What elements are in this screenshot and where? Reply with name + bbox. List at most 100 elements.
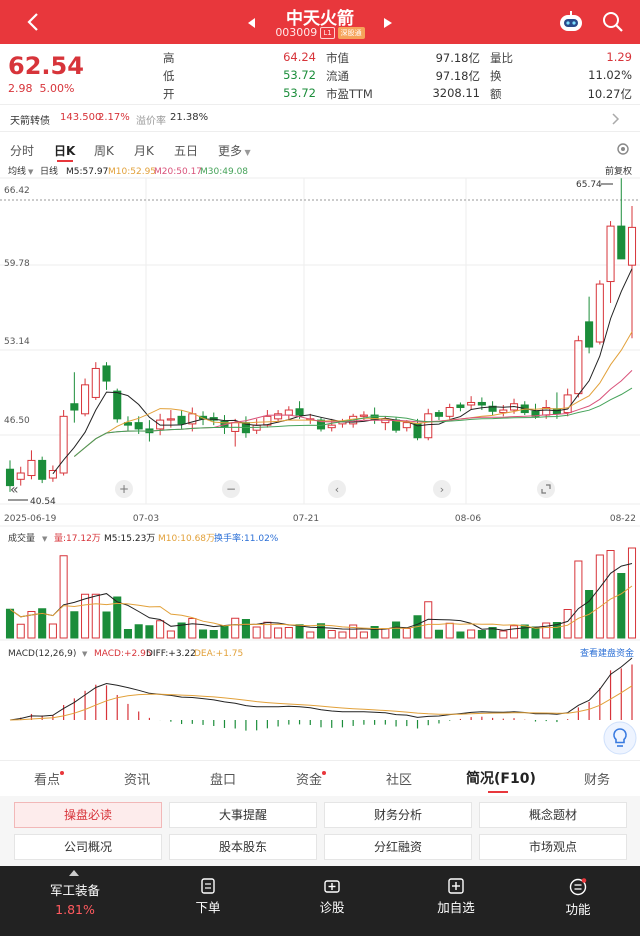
active-tab-underline [488,791,508,793]
open-value: 53.72 [283,86,316,100]
volume-bar [91,593,100,639]
macd-selector[interactable]: MACD(12,26,9) [8,649,76,659]
double-left-icon[interactable]: « [10,482,19,498]
tab-finance[interactable]: 财务 [584,769,610,788]
sector-button[interactable]: 军工装备 1.81% [20,866,130,936]
ma-selector[interactable]: 均线 [8,165,26,177]
tab-weekly-k[interactable]: 周K [94,142,114,159]
functions-button[interactable]: 功能 [540,866,616,936]
candle-body [48,469,57,479]
menu-financial-analysis[interactable]: 财务分析 [324,802,472,828]
search-icon[interactable] [602,11,624,33]
menu-icon [569,878,587,896]
robot-assistant-icon[interactable] [558,10,584,34]
adjust-mode[interactable]: 前复权 [605,165,632,177]
menu-dividends[interactable]: 分红融资 [324,834,472,860]
volume-bar [166,630,175,639]
bulb-icon[interactable] [603,721,637,755]
volume-bar [402,628,411,639]
caret-down-icon: ▼ [242,148,251,157]
candle-body [81,384,90,415]
price-gridlines [0,177,640,505]
tab-monthly-k[interactable]: 月K [134,142,154,159]
period-tabs: 分时 日K 周K 月K 五日 更多 ▼ [0,136,640,162]
kline-chart-area[interactable]: 均线 ▼ 日线 M5:57.97 M10:52.95 M20:50.17 M30… [0,160,640,760]
convertible-bond-row[interactable]: 天箭转债 143.500 2.17% 溢价率 21.38% [0,104,640,132]
chevron-right-icon [612,113,620,125]
premium-value: 21.38% [170,112,209,123]
volume-ma10: M10:10.68万 [158,534,215,544]
volume-bar [359,631,368,639]
tab-capital[interactable]: 资金 [296,769,322,788]
menu-trading-must-read[interactable]: 操盘必读 [14,802,162,828]
scroll-right-button[interactable]: › [433,480,451,498]
candle-body [274,413,283,420]
y-tick-3: 53.14 [4,337,30,347]
capital-flow-link[interactable]: 查看建盘资金 [580,647,634,659]
ma30-legend: M30:49.08 [200,167,248,177]
zoom-out-button[interactable]: − [222,480,240,498]
volume-bar [509,625,519,639]
add-watchlist-label: 加自选 [437,900,475,915]
candle-body [177,415,186,425]
volume-bar [231,617,240,639]
tab-intraday[interactable]: 分时 [10,142,34,159]
max-price-label: 65.74 [576,180,602,190]
caret-down-icon: ▼ [82,650,88,658]
header: 中天火箭 003009 L1 深股通 [0,0,640,44]
volume-bar [59,555,68,639]
y-tick-2: 59.78 [4,259,30,269]
volume-bar [627,547,637,639]
notice-dot [322,771,326,775]
tab-highlights[interactable]: 看点 [34,769,60,788]
menu-concepts[interactable]: 概念题材 [479,802,627,828]
more-label: 更多 [218,144,243,158]
menu-market-views[interactable]: 市场观点 [479,834,627,860]
candle-body [134,422,143,430]
dea-line [9,685,633,721]
candle-body [402,422,411,429]
volume-value: 量:17.12万 [54,533,101,544]
scroll-left-button[interactable]: ‹ [328,480,346,498]
diagnose-button[interactable]: 诊股 [294,866,370,936]
x-date-3: 07-21 [293,514,319,524]
menu-major-events[interactable]: 大事提醒 [169,802,317,828]
tab-daily-k[interactable]: 日K [54,142,75,159]
add-watchlist-button[interactable]: 加自选 [418,866,494,936]
volume-bar [606,550,615,639]
svg-text:+: + [119,482,129,496]
caret-down-icon: ▼ [28,168,34,176]
macd-lines [9,657,633,721]
svg-text:−: − [226,482,236,496]
tab-news[interactable]: 资讯 [124,769,150,788]
zoom-in-button[interactable]: + [115,480,133,498]
menu-company-overview[interactable]: 公司概况 [14,834,162,860]
candle-body [434,412,444,417]
volume-selector[interactable]: 成交量 [8,532,35,544]
x-date-1: 2025-06-19 [4,514,57,524]
candle-body [574,340,583,395]
settings-icon[interactable] [616,142,630,156]
low-value: 53.72 [283,68,316,82]
tab-community[interactable]: 社区 [386,769,412,788]
volume-bar [392,621,401,639]
menu-shareholders[interactable]: 股本股东 [169,834,317,860]
bond-pct: 2.17% [98,112,130,123]
candle-body [70,403,79,411]
ma5-line [52,268,633,475]
diff-line [9,657,633,721]
order-button[interactable]: 下单 [170,866,246,936]
volume-bar [209,630,218,639]
volume-bar [595,554,604,639]
tab-five-day[interactable]: 五日 [174,142,198,159]
pe-value: 3208.11 [432,86,480,100]
tab-more[interactable]: 更多 ▼ [218,142,251,159]
tab-f10-profile[interactable]: 简况(F10) [466,768,536,788]
candle-body [327,424,336,429]
tab-orderbook[interactable]: 盘口 [210,769,236,788]
fullscreen-button[interactable] [537,480,555,498]
pe-label: 市盈TTM [326,87,373,101]
volume-bar [477,630,486,639]
x-date-2: 07-03 [133,514,159,524]
volume-bar [499,630,508,639]
